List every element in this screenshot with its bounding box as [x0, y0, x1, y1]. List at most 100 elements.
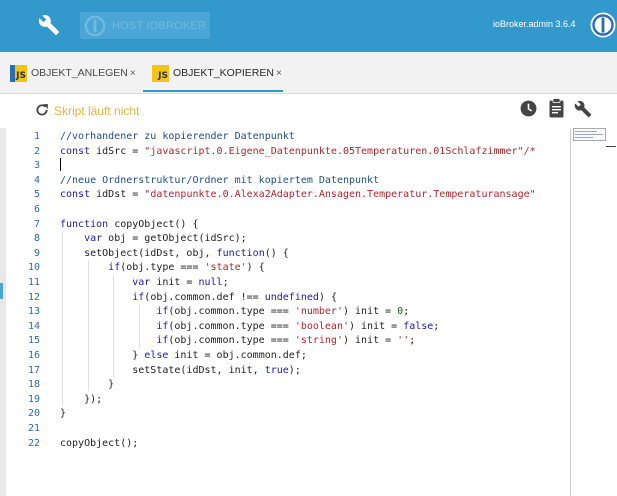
script-tabs: JS OBJEKT_ANLEGEN × JS OBJEKT_KOPIEREN × — [0, 52, 617, 130]
code-line: 20} — [6, 407, 570, 422]
code-token: init = — [150, 277, 199, 288]
close-icon[interactable]: × — [130, 68, 136, 79]
line-number: 12 — [27, 291, 40, 303]
minimap-line — [575, 134, 603, 135]
line-number: 22 — [27, 437, 40, 449]
line-number: 17 — [27, 364, 40, 376]
code-line: 18 } — [6, 378, 570, 393]
code-text: function copyObject() { — [60, 218, 198, 233]
code-token: (obj.common.type === — [168, 335, 295, 347]
code-token: if — [156, 335, 169, 347]
code-text: setState(idDst, init, true); — [60, 364, 301, 379]
code-token: 'number' — [294, 306, 343, 318]
code-line: 15 if(obj.common.type === 'string') init… — [6, 334, 570, 349]
js-file-icon: JS — [10, 64, 27, 82]
code-token: 'boolean' — [294, 320, 349, 332]
tab-label: OBJEKT_ANLEGEN — [31, 67, 128, 79]
tab-objekt-kopieren[interactable]: JS OBJEKT_KOPIEREN × — [152, 62, 282, 84]
code-line: 10 if(obj.type === 'state') { — [6, 261, 570, 276]
line-number: 3 — [33, 160, 40, 172]
line-number: 18 — [27, 379, 40, 391]
code-token: if — [156, 306, 169, 318]
tab-objekt-anlegen[interactable]: JS OBJEKT_ANLEGEN × — [10, 62, 136, 84]
minimap-marker — [606, 146, 616, 147]
code-token: obj = getObject(idSrc); — [102, 233, 247, 245]
code-text: const idSrc = "javascript.0.Eigene_Daten… — [60, 145, 536, 160]
code-token: function — [60, 218, 109, 230]
code-token: null — [198, 277, 223, 288]
clipboard-icon[interactable] — [549, 98, 564, 118]
close-icon[interactable]: × — [276, 68, 282, 79]
code-text: var obj = getObject(idSrc); — [60, 232, 247, 247]
code-token: //neue Ordnerstruktur/Ordner mit kopiert… — [60, 174, 380, 186]
code-token: var — [132, 277, 151, 288]
code-line: 7 function copyObject() { — [6, 218, 570, 233]
line-number: 1 — [33, 131, 40, 142]
code-line: 11 var init = null; — [6, 276, 570, 291]
code-editor[interactable]: 1 //vorhandener zu kopierender Datenpunkt… — [6, 128, 570, 468]
code-text: if(obj.common.def !== undefined) { — [60, 291, 337, 306]
iobroker-logo-icon[interactable] — [590, 12, 616, 38]
code-token: () { — [264, 247, 289, 259]
code-token: (obj.common.type === — [168, 306, 295, 318]
code-line: 1 //vorhandener zu kopierender Datenpunkt — [6, 130, 570, 145]
code-line: 17 setState(idDst, init, true); — [6, 364, 570, 379]
code-token: ; — [222, 277, 229, 288]
code-token: init = obj.common.def; — [168, 350, 307, 361]
code-token: ); — [288, 364, 301, 376]
line-number: 6 — [33, 204, 40, 215]
code-token: ; — [409, 335, 416, 347]
code-token: function — [216, 247, 265, 259]
code-token: if — [108, 262, 121, 274]
left-edge-marker — [0, 283, 3, 299]
code-token: else — [144, 350, 169, 361]
code-token: if — [132, 291, 145, 303]
code-token: setObject(idDst, obj, — [60, 247, 217, 259]
code-line: 21 — [6, 422, 570, 437]
code-token: ) init = — [342, 306, 398, 318]
code-text: } — [60, 407, 66, 422]
code-token: const — [60, 189, 91, 201]
line-number: 14 — [27, 320, 40, 332]
code-minimap[interactable] — [570, 128, 617, 496]
clock-icon[interactable] — [519, 99, 538, 118]
line-number: 19 — [27, 393, 40, 405]
code-text: if(obj.common.type === 'boolean') init =… — [60, 320, 439, 335]
code-token: 'state' — [204, 262, 247, 274]
code-token: (obj.common.type === — [168, 320, 295, 332]
code-token: copyObject() { — [108, 218, 199, 230]
code-token: idSrc = — [90, 145, 145, 157]
code-token: ) init = — [349, 320, 404, 332]
line-number: 13 — [27, 306, 40, 318]
wrench-icon[interactable] — [38, 14, 60, 36]
code-line: 22 copyObject(); — [6, 437, 570, 452]
code-token: ; — [403, 306, 410, 318]
host-button-label: HOST IOBROKER — [112, 19, 207, 32]
code-token: true — [264, 364, 289, 376]
line-number: 8 — [33, 233, 40, 245]
code-token: (obj.type === — [120, 262, 205, 274]
code-text: }); — [60, 393, 102, 408]
code-line: 19 }); — [6, 393, 570, 408]
code-line: 13 if(obj.common.type === 'number') init… — [6, 305, 570, 320]
line-number: 16 — [27, 350, 40, 361]
code-token: }); — [60, 393, 103, 405]
host-button[interactable]: HOST IOBROKER — [80, 12, 210, 39]
code-line: 16 } else init = obj.common.def; — [6, 349, 570, 364]
code-token: (obj.common.def !== — [144, 291, 265, 303]
code-text: setObject(idDst, obj, function() { — [60, 247, 289, 262]
code-token: '' — [397, 335, 410, 347]
refresh-icon[interactable] — [35, 103, 49, 117]
code-text: const idDst = "datenpunkte.0.Alexa2Adapt… — [60, 188, 536, 203]
wrench-icon[interactable] — [574, 100, 592, 118]
code-token: } — [60, 408, 67, 420]
code-line: 3 — [6, 159, 570, 174]
line-number: 4 — [33, 174, 40, 186]
line-number: 5 — [33, 189, 40, 201]
code-line: 9 setObject(idDst, obj, function() { — [6, 247, 570, 262]
minimap-line — [575, 137, 593, 138]
code-line: 2 const idSrc = "javascript.0.Eigene_Date… — [6, 145, 570, 160]
